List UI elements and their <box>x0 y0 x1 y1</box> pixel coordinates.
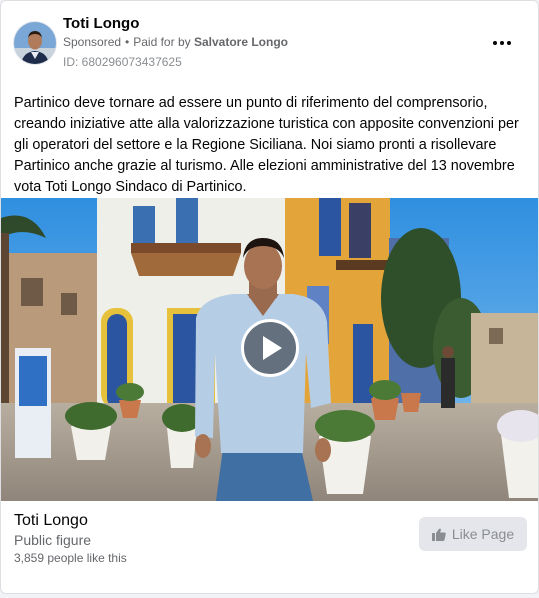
sponsored-line: Sponsored • Paid for by Salvatore Longo <box>63 35 288 49</box>
footer-like-count: 3,859 people like this <box>14 551 127 565</box>
thumbs-up-icon <box>431 528 446 541</box>
footer-category: Public figure <box>14 532 92 548</box>
play-button[interactable] <box>241 319 299 377</box>
post-text: Partinico deve tornare ad essere un punt… <box>14 95 519 195</box>
ad-id: ID: 680296073437625 <box>63 55 182 69</box>
paid-for-name: Salvatore Longo <box>193 35 288 49</box>
post-header: Toti Longo Sponsored • Paid for by Salvato… <box>13 13 526 73</box>
avatar[interactable] <box>13 21 57 65</box>
sponsored-label: Sponsored <box>63 35 122 49</box>
dot-separator: • <box>125 35 130 49</box>
more-options-icon-dot <box>507 41 511 45</box>
more-options-button[interactable] <box>488 33 516 53</box>
paid-for-prefix: Paid for by <box>133 35 191 49</box>
ad-card: Toti Longo Sponsored • Paid for by Salvato… <box>0 0 539 594</box>
page-name-link[interactable]: Toti Longo <box>63 15 139 32</box>
more-options-icon <box>493 41 497 45</box>
footer-page-name[interactable]: Toti Longo <box>14 512 88 530</box>
like-page-label: Like Page <box>451 526 515 542</box>
more-options-icon-dot <box>500 41 504 45</box>
play-icon <box>263 336 282 360</box>
like-page-button[interactable]: Like Page <box>419 517 527 551</box>
